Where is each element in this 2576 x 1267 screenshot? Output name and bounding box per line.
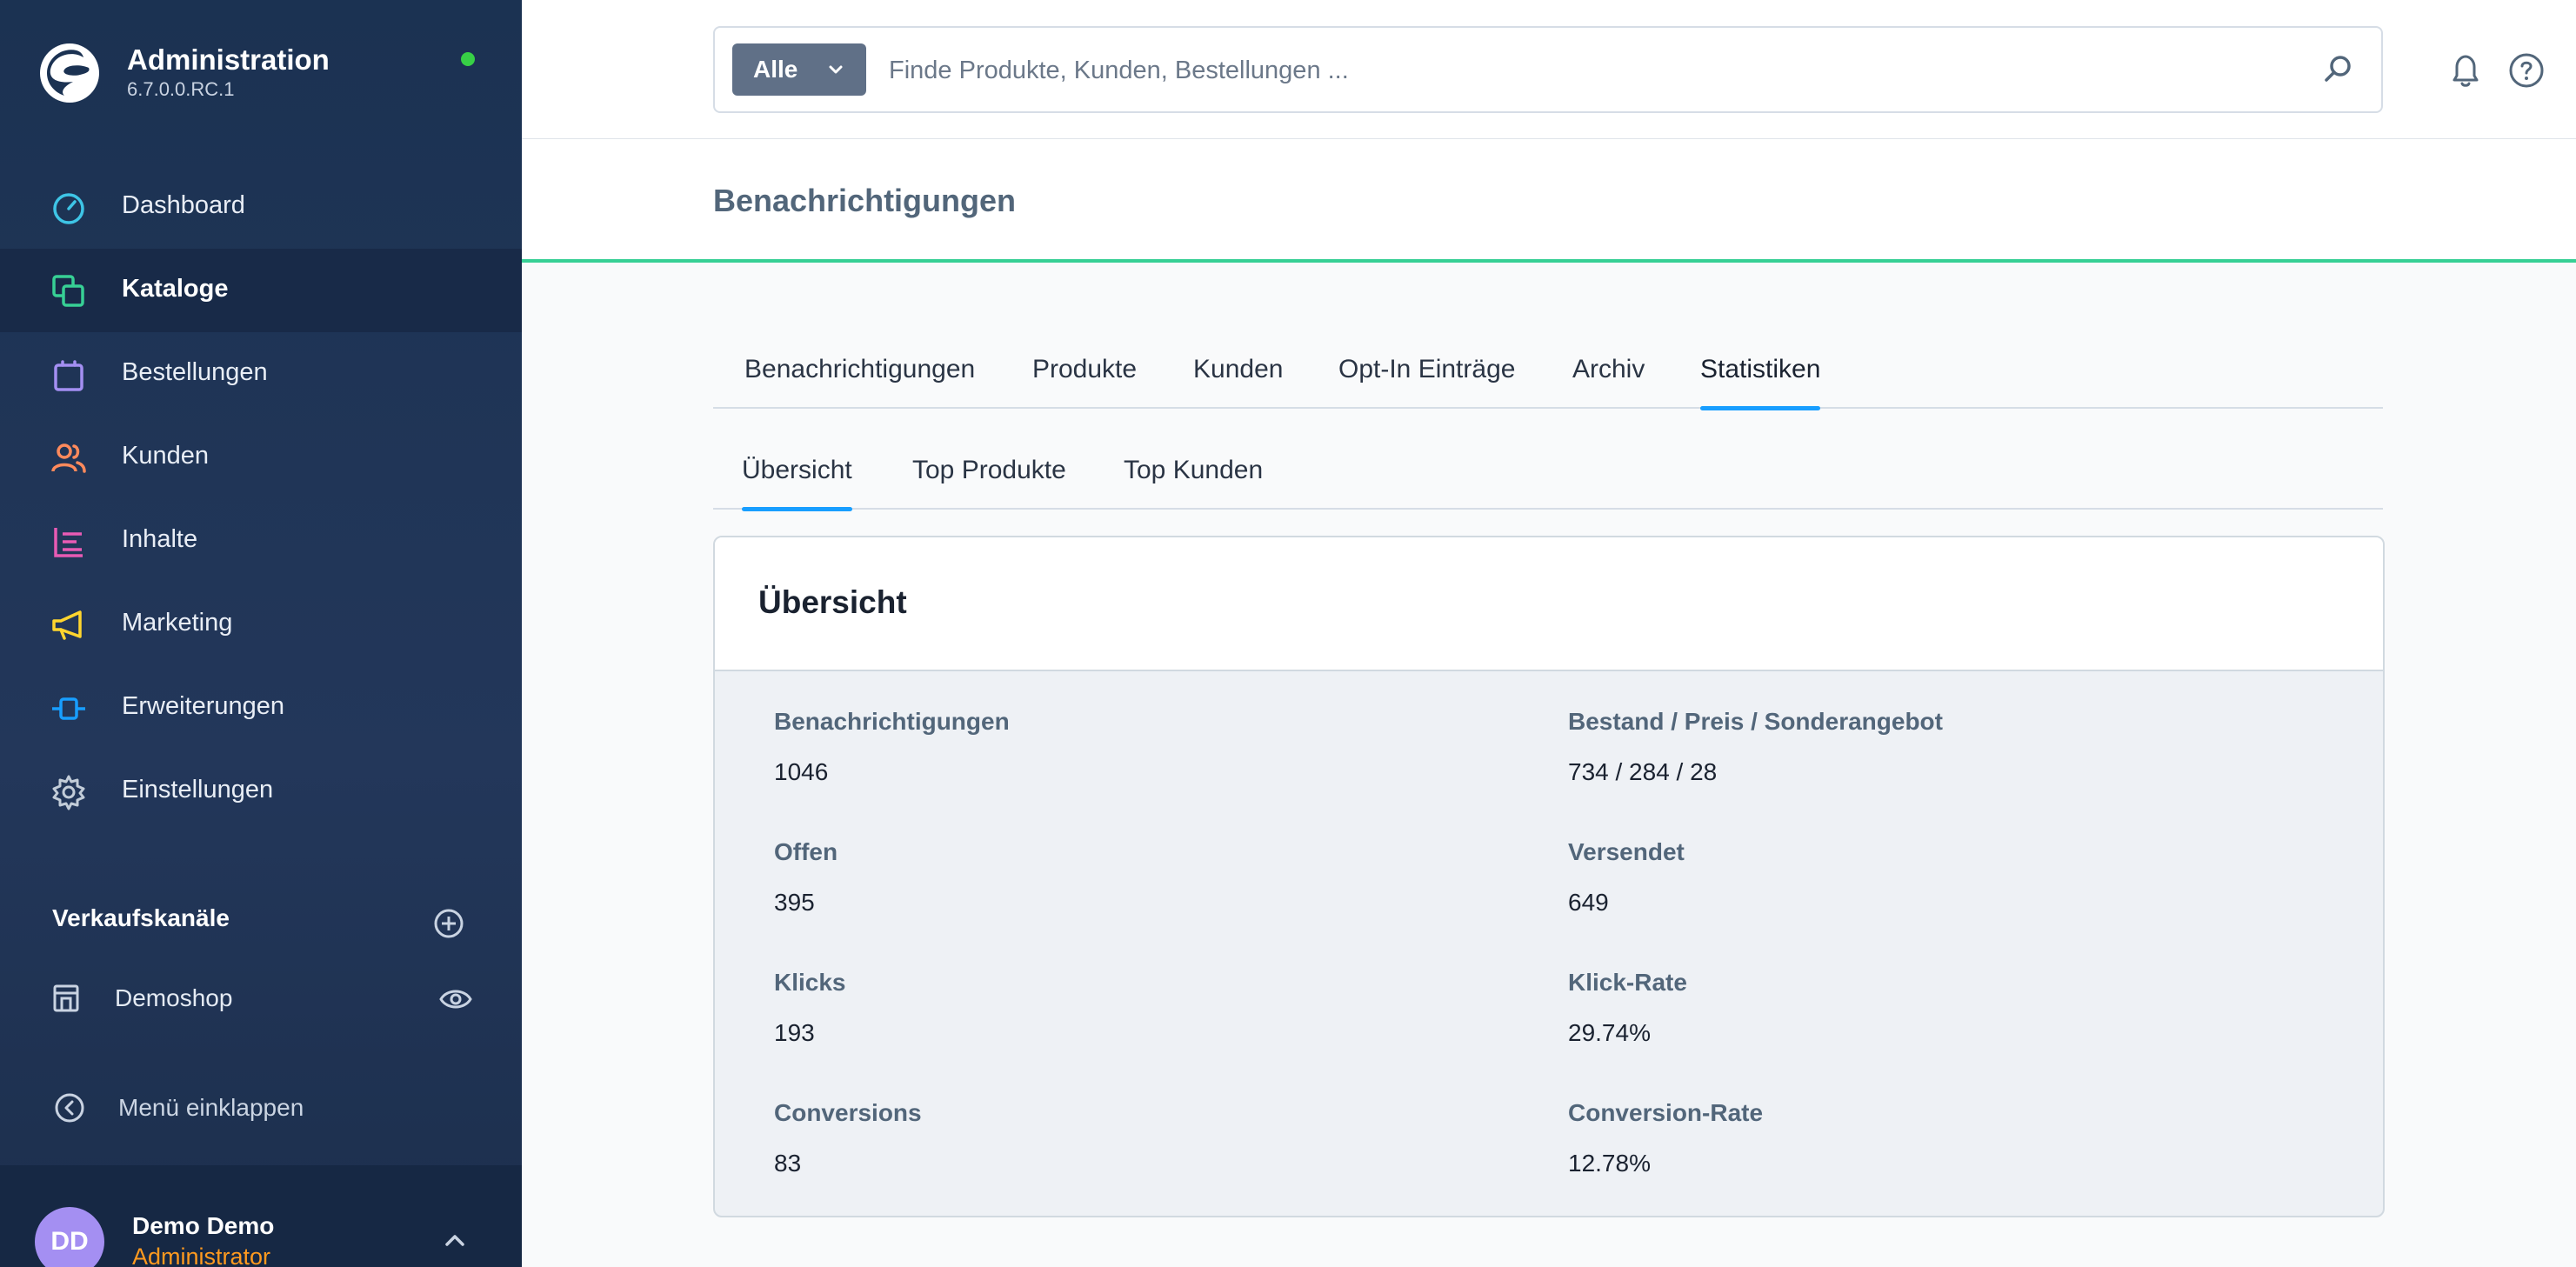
stat-label: Versendet [1568, 838, 1685, 865]
collapse-menu-label: Menü einklappen [118, 1094, 304, 1121]
sidebar-item-erweiterungen[interactable]: Erweiterungen [0, 666, 522, 750]
statistics-subtabs: Übersicht Top Produkte Top Kunden [713, 449, 2383, 511]
stat-klick-rate: Klick-Rate 29.74% [1568, 969, 2264, 1047]
stat-value: 29.74% [1568, 1019, 1651, 1046]
sidebar-item-einstellungen[interactable]: Einstellungen [0, 750, 522, 833]
sales-channel-demoshop[interactable]: Demoshop [0, 965, 522, 1035]
brand[interactable]: Administration 6.7.0.0.RC.1 [35, 35, 496, 113]
sidebar-item-label: Erweiterungen [122, 692, 284, 720]
stat-value: 395 [774, 889, 815, 916]
content-list-icon [54, 528, 83, 557]
chevron-left-circle-icon [55, 1093, 84, 1123]
sidebar-item-label: Einstellungen [122, 776, 274, 804]
topbar: Alle [522, 0, 2576, 139]
sidebar-item-label: Kataloge [122, 275, 229, 303]
shopping-bag-icon [54, 360, 83, 391]
stat-conversions: Conversions 83 [774, 1099, 1470, 1177]
stat-label: Offen [774, 838, 838, 865]
stat-value: 734 / 284 / 28 [1568, 758, 1718, 785]
stat-label: Klick-Rate [1568, 969, 1687, 996]
app-title: Administration [127, 43, 330, 76]
tab-benachrichtigungen[interactable]: Benachrichtigungen [744, 355, 975, 409]
plug-icon [52, 697, 85, 720]
stat-offen: Offen 395 [774, 838, 1470, 917]
add-sales-channel-icon[interactable] [433, 908, 464, 939]
chevron-down-icon [829, 65, 843, 74]
megaphone-icon [52, 610, 82, 640]
sidebar-item-label: Kunden [122, 442, 209, 470]
sidebar-item-kataloge[interactable]: Kataloge [0, 249, 522, 332]
search-scope-label: Alle [753, 56, 798, 83]
stat-label: Klicks [774, 969, 846, 996]
stat-value: 649 [1568, 889, 1609, 916]
tab-statistiken[interactable]: Statistiken [1700, 355, 1821, 410]
stat-conversion-rate: Conversion-Rate 12.78% [1568, 1099, 2264, 1177]
stat-label: Conversion-Rate [1568, 1099, 1764, 1126]
sidebar-item-label: Marketing [122, 609, 233, 637]
shopware-logo-icon [40, 43, 99, 103]
stat-bestand-preis-sonderangebot: Bestand / Preis / Sonderangebot 734 / 28… [1568, 708, 2264, 786]
status-online-dot [461, 52, 475, 66]
sales-channels-heading: Verkaufskanäle [52, 904, 230, 931]
sales-channel-label: Demoshop [115, 984, 233, 1011]
stat-label: Conversions [774, 1099, 922, 1126]
search-icon[interactable] [2320, 52, 2355, 87]
subtab-top-produkte[interactable]: Top Produkte [912, 456, 1066, 510]
catalog-icon [52, 275, 84, 307]
gear-icon [52, 775, 85, 810]
avatar: DD [35, 1207, 104, 1267]
sidebar-item-marketing[interactable]: Marketing [0, 583, 522, 666]
stat-value: 12.78% [1568, 1150, 1651, 1177]
sidebar-item-dashboard[interactable]: Dashboard [0, 165, 522, 249]
overview-card: Übersicht Benachrichtigungen 1046 Bestan… [713, 536, 2385, 1217]
stat-label: Benachrichtigungen [774, 708, 1010, 735]
stat-value: 193 [774, 1019, 815, 1046]
sidebar-item-label: Dashboard [122, 191, 245, 219]
search-scope-select[interactable]: Alle [732, 43, 866, 96]
tab-produkte[interactable]: Produkte [1032, 355, 1137, 409]
eye-icon[interactable] [438, 986, 473, 1012]
sidebar-item-label: Bestellungen [122, 358, 268, 386]
sidebar-item-kunden[interactable]: Kunden [0, 416, 522, 499]
app-version: 6.7.0.0.RC.1 [127, 78, 235, 100]
help-icon[interactable] [2506, 50, 2546, 90]
stat-label: Bestand / Preis / Sonderangebot [1568, 708, 1943, 735]
global-search: Alle [713, 26, 2383, 113]
stat-benachrichtigungen: Benachrichtigungen 1046 [774, 708, 1470, 786]
page-title: Benachrichtigungen [713, 183, 1017, 218]
gauge-icon [53, 193, 84, 224]
sidebar-item-bestellungen[interactable]: Bestellungen [0, 332, 522, 416]
subtab-top-kunden[interactable]: Top Kunden [1124, 456, 1263, 510]
collapse-menu-button[interactable]: Menü einklappen [0, 1078, 522, 1139]
card-title: Übersicht [758, 584, 907, 620]
users-icon [51, 443, 86, 473]
search-input[interactable] [889, 47, 2246, 94]
stat-versendet: Versendet 649 [1568, 838, 2264, 917]
stat-value: 83 [774, 1150, 802, 1177]
stat-value: 1046 [774, 758, 829, 785]
storefront-icon [53, 984, 79, 1012]
main-nav: Dashboard Kataloge Bestellungen Kunden I… [0, 165, 522, 833]
tab-opt-in-eintraege[interactable]: Opt-In Einträge [1338, 355, 1515, 409]
user-menu[interactable]: DD Demo Demo Administrator [0, 1165, 522, 1267]
subtab-uebersicht[interactable]: Übersicht [742, 456, 852, 511]
page-header: Benachrichtigungen [522, 139, 2576, 263]
tab-kunden[interactable]: Kunden [1193, 355, 1283, 409]
main-tabs: Benachrichtigungen Produkte Kunden Opt-I… [713, 348, 2383, 410]
tab-archiv[interactable]: Archiv [1572, 355, 1645, 409]
user-name: Demo Demo [132, 1212, 275, 1239]
sidebar-item-label: Inhalte [122, 525, 198, 553]
user-role: Administrator [132, 1244, 271, 1267]
stat-klicks: Klicks 193 [774, 969, 1470, 1047]
sidebar-item-inhalte[interactable]: Inhalte [0, 499, 522, 583]
card-header: Übersicht [715, 537, 2383, 671]
sidebar: Administration 6.7.0.0.RC.1 Dashboard Ka… [0, 0, 522, 1267]
bell-icon[interactable] [2446, 50, 2486, 90]
chevron-up-icon[interactable] [444, 1231, 466, 1249]
